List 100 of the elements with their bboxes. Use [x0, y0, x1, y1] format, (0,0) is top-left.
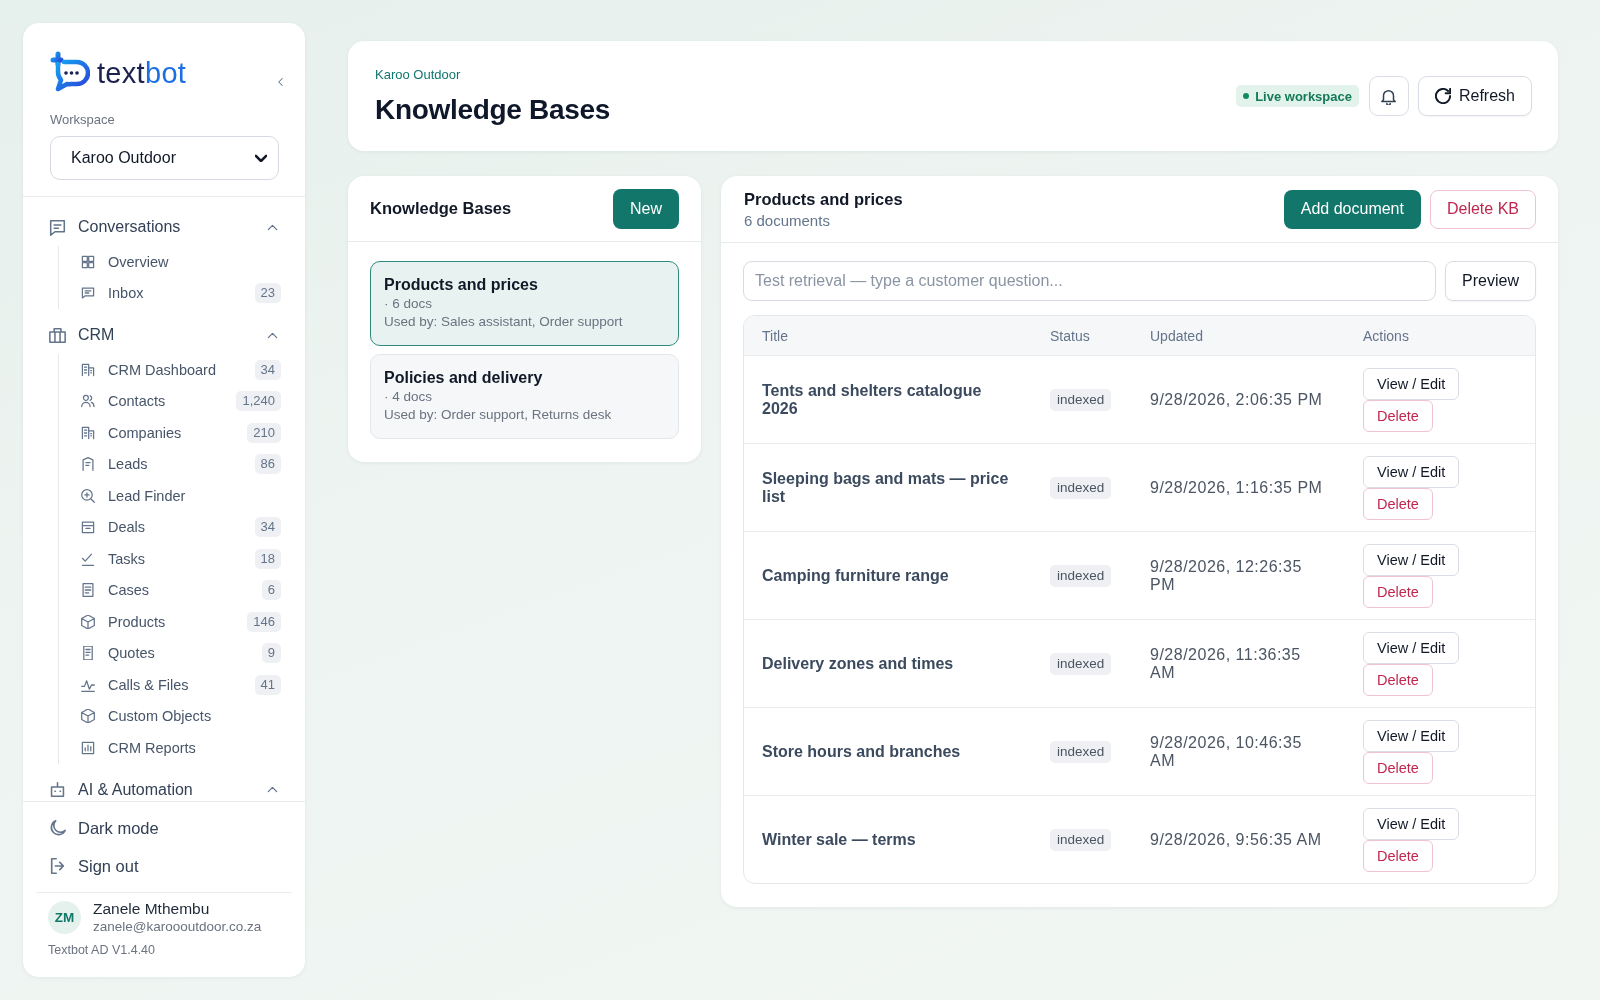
status-badge: indexed [1050, 740, 1112, 763]
kb-name: Policies and delivery [384, 368, 544, 388]
updated-time: 9/28/2026, 12:26:35 PM [1150, 557, 1303, 594]
panel-title: Products and prices [744, 189, 903, 209]
panel-title: Knowledge Bases [370, 199, 512, 218]
tray-icon [81, 520, 95, 535]
nav-item[interactable]: Calls & Files [81, 671, 255, 698]
notifications-button[interactable] [1368, 76, 1409, 116]
nav-item[interactable]: Quotes [81, 640, 262, 667]
status-badge: indexed [1050, 828, 1112, 851]
nav-item[interactable]: Overview [81, 248, 281, 275]
document-title: Camping furniture range [762, 566, 949, 585]
status-badge: indexed [1050, 652, 1112, 675]
count-badge: 210 [247, 422, 281, 443]
preview-button[interactable]: Preview [1445, 261, 1536, 301]
nav-item[interactable]: Lead Finder [81, 482, 281, 509]
view-edit-button[interactable]: View / Edit [1363, 631, 1460, 664]
updated-time: 9/28/2026, 9:56:35 AM [1150, 830, 1322, 849]
refresh-icon [1434, 88, 1451, 104]
form-icon [81, 457, 95, 472]
checkmark-icon [81, 551, 95, 566]
delete-kb-button[interactable]: Delete KB [1429, 189, 1536, 229]
view-edit-button[interactable]: View / Edit [1363, 807, 1460, 840]
delete-button[interactable]: Delete [1363, 751, 1433, 784]
updated-time: 9/28/2026, 1:16:35 PM [1150, 478, 1323, 497]
nav-item[interactable]: Cases [81, 577, 262, 604]
document-title: Sleeping bags and mats — price list [762, 469, 1010, 506]
logo-icon [50, 51, 90, 93]
count-badge: 9 [261, 643, 281, 664]
zoom-in-icon [81, 488, 95, 503]
knowledge-base-card[interactable]: Policies and delivery · 4 docs Used by: Order support, Returns desk [370, 354, 679, 439]
count-badge: 23 [254, 283, 281, 304]
status-badge: indexed [1050, 564, 1112, 587]
updated-time: 9/28/2026, 11:36:35 AM [1150, 645, 1302, 682]
nav-section[interactable]: Conversations [49, 209, 281, 245]
status-badge: indexed [1050, 476, 1112, 499]
document-title: Winter sale — terms [762, 830, 916, 849]
logo-wordmark: textbot [97, 56, 187, 90]
cube-icon [81, 709, 95, 724]
view-edit-button[interactable]: View / Edit [1363, 367, 1460, 400]
user-name: Zanele Mthembu [93, 899, 211, 918]
users-icon [81, 394, 95, 409]
nav-item[interactable]: Tasks [81, 545, 255, 572]
nav-item[interactable]: Deals [81, 514, 255, 541]
delete-button[interactable]: Delete [1363, 399, 1433, 432]
user-avatar: ZM [48, 900, 81, 934]
delete-button[interactable]: Delete [1363, 839, 1433, 872]
robot-icon [49, 781, 66, 798]
chevron-left-icon [277, 76, 284, 88]
nav-item[interactable]: CRM Reports [81, 734, 281, 761]
new-button[interactable]: New [613, 188, 679, 229]
column-header: Title [761, 327, 789, 344]
column-header: Status [1049, 327, 1091, 344]
nav-item[interactable]: Inbox [81, 280, 255, 307]
count-badge: 146 [247, 611, 281, 632]
nav-item[interactable]: Contacts [81, 388, 237, 415]
grid-icon [81, 254, 95, 269]
delete-button[interactable]: Delete [1363, 663, 1433, 696]
add-document-button[interactable]: Add document [1283, 189, 1421, 229]
kb-used-by: Used by: Order support, Returns desk [384, 406, 613, 424]
nav-item[interactable]: Products [81, 608, 248, 635]
nav-item[interactable]: CRM Dashboard [81, 356, 255, 383]
count-badge: 18 [254, 548, 281, 569]
view-edit-button[interactable]: View / Edit [1363, 543, 1460, 576]
retrieval-query-field[interactable]: Test retrieval — type a customer question... [743, 261, 1436, 301]
collapse-button[interactable] [277, 76, 284, 88]
delete-button[interactable]: Delete [1363, 575, 1433, 608]
bar-chart-icon [81, 740, 95, 755]
kb-doc-count: · 4 docs [384, 388, 434, 406]
status-label: Live workspace [1255, 88, 1352, 104]
chevron-down-icon [255, 154, 267, 162]
count-badge: 1,240 [236, 391, 281, 412]
breadcrumb: Karoo Outdoor [375, 67, 462, 83]
column-header: Actions [1362, 327, 1410, 344]
delete-button[interactable]: Delete [1363, 487, 1433, 520]
page-title: Knowledge Bases [375, 93, 611, 127]
knowledge-base-card[interactable]: Products and prices · 6 docs Used by: Sales assistant, Order support [370, 261, 679, 346]
bell-icon [1381, 87, 1397, 105]
nav-item[interactable]: Leads [81, 451, 255, 478]
view-edit-button[interactable]: View / Edit [1363, 455, 1460, 488]
workspace-select[interactable]: Karoo Outdoor [50, 136, 279, 180]
sign-out-button[interactable]: Sign out [23, 847, 139, 885]
count-badge: 86 [254, 454, 281, 475]
nav-item[interactable]: Companies [81, 419, 248, 446]
view-edit-button[interactable]: View / Edit [1363, 719, 1460, 752]
message-icon [81, 286, 95, 301]
status-dot-icon [1243, 93, 1250, 99]
dark-mode-button[interactable]: Dark mode [23, 809, 159, 847]
pulse-icon [81, 677, 95, 692]
status-badge: indexed [1050, 388, 1112, 411]
count-badge: 34 [254, 359, 281, 380]
updated-time: 9/28/2026, 10:46:35 AM [1150, 733, 1303, 770]
nav-section[interactable]: CRM [49, 317, 281, 353]
nav-item[interactable]: Custom Objects [81, 703, 281, 730]
app-version: Textbot AD V1.4.40 [48, 943, 156, 957]
nav-section[interactable]: AI & Automation [49, 771, 281, 801]
document-icon [81, 583, 95, 598]
document-title: Store hours and branches [762, 742, 961, 761]
count-badge: 6 [261, 580, 281, 601]
refresh-button[interactable]: Refresh [1417, 76, 1532, 116]
